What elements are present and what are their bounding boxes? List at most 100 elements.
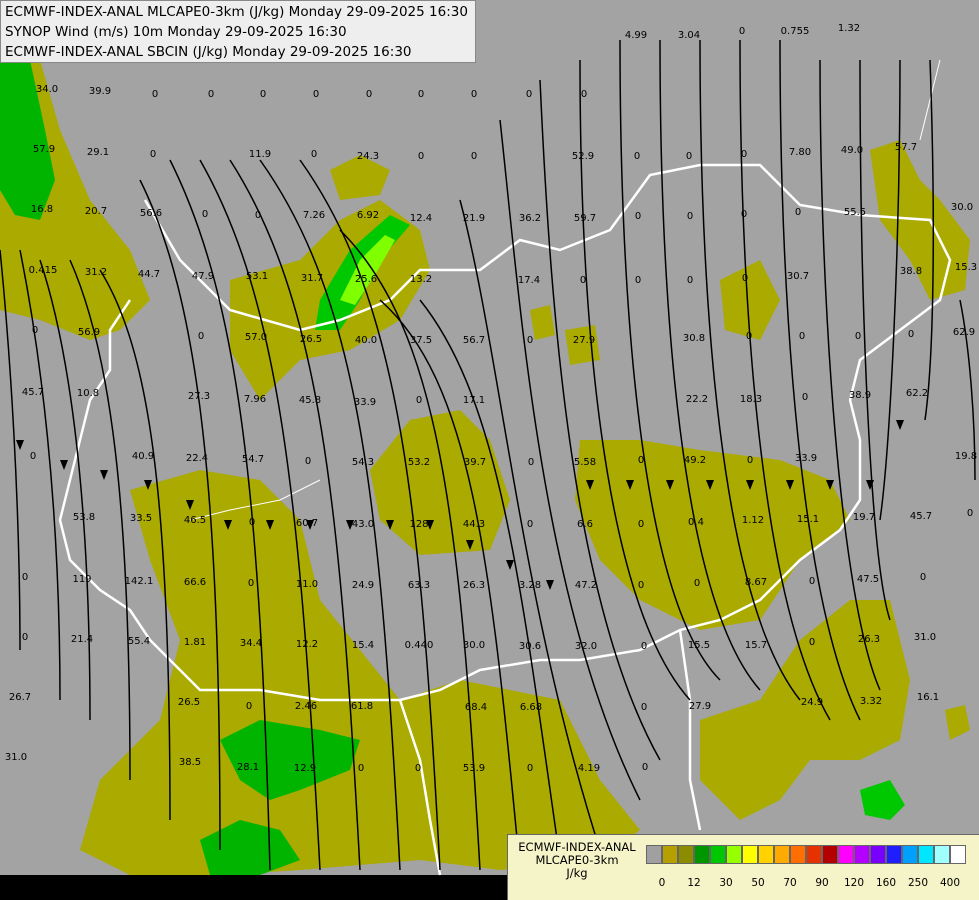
map-value-label: 7.26 [303,210,325,221]
legend-tick-label: 30 [719,877,733,889]
map-value-label: 25.6 [355,274,377,285]
map-value-label: 0 [580,275,586,286]
map-value-label: 61.8 [351,701,373,712]
map-value-label: 0 [246,701,252,712]
map-value-label: 39.7 [464,457,486,468]
map-value-label: 26.5 [300,334,322,345]
map-value-label: 26.7 [9,692,31,703]
map-value-label: 30.0 [463,640,485,651]
map-value-label: 24.3 [357,151,379,162]
map-value-label: 19.8 [955,451,977,462]
map-value-label: 44.3 [463,519,485,530]
map-value-label: 0 [638,455,644,466]
map-value-label: 0 [471,151,477,162]
map-value-label: 38.8 [900,266,922,277]
map-value-label: 0 [150,149,156,160]
map-value-label: 56.6 [140,208,162,219]
map-value-label: 0 [739,26,745,37]
map-value-label: 22.2 [686,394,708,405]
map-value-label: 0 [32,325,38,336]
map-value-label: 33.5 [130,513,152,524]
legend-tick-label: 400 [939,877,961,889]
map-value-label: 0 [908,329,914,340]
legend-swatch [710,845,726,864]
map-value-label: 44.7 [138,269,160,280]
map-value-label: 47.2 [575,580,597,591]
map-value-label: 27.3 [188,391,210,402]
map-value-label: 26.5 [178,697,200,708]
legend-tick-label: 90 [815,877,829,889]
legend-swatch [822,845,838,864]
map-value-label: 6.6 [577,519,593,530]
legend-swatch [934,845,950,864]
map-value-label: 1.81 [184,637,206,648]
map-value-label: 47.9 [192,271,214,282]
map-value-label: 30.7 [787,271,809,282]
map-value-label: 36.2 [519,213,541,224]
map-value-label: 0 [366,89,372,100]
map-value-label: 26.3 [858,634,880,645]
map-value-label: 142.1 [125,576,154,587]
map-value-label: 0 [687,275,693,286]
map-value-label: 26.3 [463,580,485,591]
map-value-label: 68.4 [465,702,487,713]
legend-swatch [678,845,694,864]
map-value-label: 128 [409,519,428,530]
map-value-label: 0 [694,578,700,589]
header-line-wind: SYNOP Wind (m/s) 10m Monday 29-09-2025 1… [5,24,347,40]
map-value-label: 57.0 [245,332,267,343]
map-value-label: 0 [198,331,204,342]
map-value-label: 0 [802,392,808,403]
map-value-label: 0 [742,273,748,284]
map-value-label: 53.8 [73,512,95,523]
map-value-label: 0 [418,151,424,162]
map-value-label: 49.2 [684,455,706,466]
legend-swatch [918,845,934,864]
map-value-label: 21.4 [71,634,93,645]
map-value-label: 0 [967,508,973,519]
map-value-label: 0 [527,519,533,530]
map-value-label: 0 [248,578,254,589]
map-value-label: 0 [311,149,317,160]
map-value-label: 0 [416,395,422,406]
legend-swatch [646,845,662,864]
map-value-label: 4.19 [578,763,600,774]
legend-tick-label: 70 [783,877,797,889]
map-value-label: 0 [208,89,214,100]
map-value-label: 0 [642,762,648,773]
map-value-label: 2.46 [295,701,317,712]
map-value-label: 56.9 [78,327,100,338]
legend-tick-label: 12 [687,877,701,889]
legend-swatch [726,845,742,864]
map-value-label: 62.2 [906,388,928,399]
map-value-label: 17.1 [463,395,485,406]
legend-swatch [854,845,870,864]
map-value-label: 32.0 [575,641,597,652]
map-value-label: 53.2 [408,457,430,468]
legend-swatch [790,845,806,864]
map-value-label: 31.2 [85,267,107,278]
legend-swatch [694,845,710,864]
map-value-label: 10.8 [77,388,99,399]
map-value-label: 7.80 [789,147,811,158]
map-value-label: 38.9 [849,390,871,401]
map-value-label: 55.5 [844,207,866,218]
map-value-label: 30.6 [519,641,541,652]
map-value-label: 62.9 [953,327,975,338]
map-value-label: 33.9 [795,453,817,464]
legend-tick-label: 120 [843,877,865,889]
map-value-label: 0 [527,763,533,774]
map-value-label: 12.4 [410,213,432,224]
map-value-label: 0 [795,207,801,218]
map-value-label: 0 [641,641,647,652]
map-value-label: 27.9 [573,335,595,346]
map-value-label: 46.5 [184,515,206,526]
map-value-label: 11.0 [296,579,318,590]
map-value-label: 40.9 [132,451,154,462]
map-value-label: 0 [920,572,926,583]
map-value-label: 0 [741,149,747,160]
map-value-label: 5.58 [574,457,596,468]
map-value-label: 34.0 [36,84,58,95]
map-value-label: 40.0 [355,335,377,346]
map-value-label: 4.99 [625,30,647,41]
